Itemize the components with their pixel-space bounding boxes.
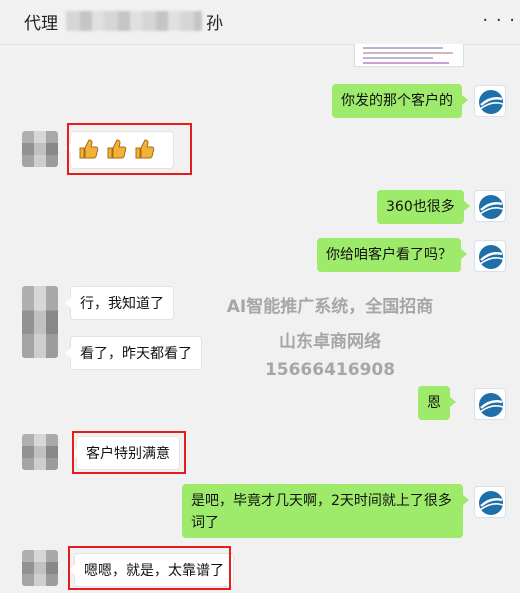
company-logo-icon (479, 245, 504, 269)
watermark-line-2: 山东卓商网络 (279, 332, 381, 352)
my-avatar[interactable] (474, 486, 506, 518)
watermark-line-1: AI智能推广系统，全国招商 (226, 297, 434, 317)
contact-avatar[interactable] (22, 434, 58, 470)
contact-avatar[interactable] (22, 131, 58, 167)
watermark-line-3: 15666416908 (264, 360, 396, 380)
chat-header: 代理 孙 · · · (0, 0, 520, 45)
more-options-icon[interactable]: · · · (482, 10, 516, 31)
my-avatar[interactable] (474, 388, 506, 420)
highlight-box (72, 431, 186, 474)
shared-document-thumbnail[interactable] (354, 44, 464, 67)
contact-avatar[interactable] (22, 550, 58, 586)
my-avatar[interactable] (474, 85, 506, 117)
my-avatar[interactable] (474, 240, 506, 272)
highlight-box (68, 546, 231, 590)
chat-title-prefix: 代理 (24, 14, 58, 34)
company-logo-icon (479, 90, 504, 114)
message-bubble-incoming[interactable]: 行，我知道了 (65, 286, 174, 320)
company-logo-icon (479, 393, 504, 417)
company-logo-icon (479, 195, 504, 219)
chat-title-suffix: 孙 (206, 14, 223, 34)
message-bubble-outgoing[interactable]: 你给咱客户看了吗？ (317, 238, 467, 272)
message-bubble-outgoing[interactable]: 恩 (418, 386, 456, 420)
contact-avatar[interactable] (22, 286, 58, 358)
message-bubble-outgoing[interactable]: 360也很多 (377, 190, 470, 224)
my-avatar[interactable] (474, 190, 506, 222)
chat-title-redacted (66, 11, 202, 31)
message-bubble-outgoing[interactable]: 是吧，毕竟才几天啊，2天时间就上了很多词了 (182, 484, 469, 538)
message-bubble-outgoing[interactable]: 你发的那个客户的 (332, 84, 468, 118)
company-logo-icon (479, 491, 504, 515)
highlight-box (67, 123, 192, 175)
